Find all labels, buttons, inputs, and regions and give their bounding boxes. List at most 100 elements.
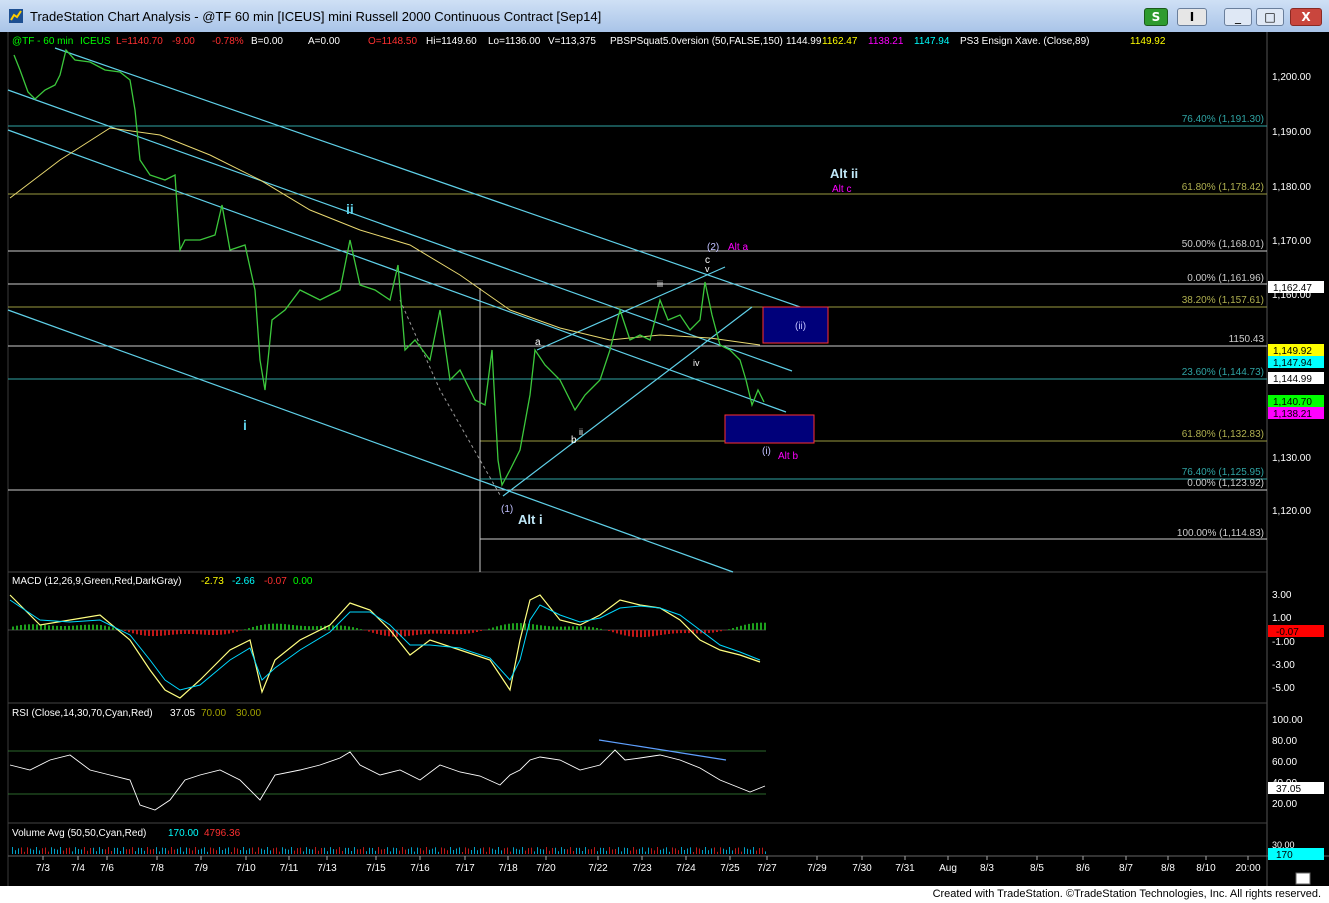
volume-bar — [603, 847, 604, 854]
volume-bar — [177, 848, 178, 854]
volume-bar — [711, 848, 712, 854]
volume-bar — [162, 847, 163, 854]
macd-hist-bar — [140, 630, 142, 636]
volume-bar — [345, 847, 346, 854]
volume-bar — [642, 847, 643, 854]
volume-bar — [390, 851, 391, 854]
volume-bar — [348, 847, 349, 854]
price-tick: 1,120.00 — [1272, 506, 1311, 517]
macd-hist-bar — [612, 630, 614, 633]
title-bar[interactable]: TradeStation Chart Analysis - @TF 60 min… — [0, 0, 1329, 33]
volume-bar — [105, 849, 106, 854]
wave-label-iv: iv — [693, 358, 700, 368]
volume-bar — [270, 850, 271, 854]
close-button[interactable]: X — [1290, 8, 1322, 26]
macd-hist-val: -0.07 — [264, 576, 287, 587]
macd-hist-bar — [192, 630, 194, 635]
volume-bar — [621, 851, 622, 854]
volume-bar — [369, 847, 370, 854]
volume-bar — [153, 848, 154, 854]
macd-hist-bar — [244, 629, 246, 630]
macd-hist-bar — [756, 622, 758, 630]
volume-bar — [591, 849, 592, 854]
volume-bar — [717, 851, 718, 854]
macd-hist-bar — [284, 624, 286, 630]
macd-tick: -3.00 — [1272, 660, 1295, 671]
volume-bar — [267, 847, 268, 854]
volume-bar — [744, 847, 745, 854]
volume-bar — [753, 847, 754, 854]
volume-bar — [165, 848, 166, 854]
low-label: Lo=1136.00 — [488, 36, 541, 47]
volume-bar — [384, 848, 385, 854]
chart-area[interactable]: @TF - 60 min ICEUS L=1140.70 -9.00 -0.78… — [0, 32, 1329, 886]
volume-bar — [33, 849, 34, 854]
indicator-menu-button[interactable]: I — [1177, 8, 1207, 26]
volume-bar — [528, 848, 529, 854]
rsi-val: 37.05 — [170, 708, 195, 719]
volume-bar — [387, 847, 388, 854]
high-label: Hi=1149.60 — [426, 36, 477, 47]
volume-bar — [519, 849, 520, 854]
volume-bar — [255, 851, 256, 854]
volume-bar — [561, 847, 562, 854]
study-val-2: 1162.47 — [822, 36, 858, 47]
macd-hist-bar — [404, 630, 406, 637]
macd-hist-bar — [24, 624, 26, 630]
volume-bar — [645, 851, 646, 854]
volume-bar — [633, 847, 634, 854]
alt-ii-label: Alt ii — [830, 166, 858, 181]
macd-hist-bar — [684, 630, 686, 634]
macd-hist-bar — [472, 630, 474, 633]
volume-bar — [663, 848, 664, 854]
macd-hist-bar — [512, 623, 514, 630]
volume-bar — [195, 847, 196, 854]
macd-hist-bar — [208, 630, 210, 635]
volume-bar — [171, 847, 172, 854]
volume-bar — [441, 847, 442, 854]
volume-bar — [543, 849, 544, 854]
macd-hist-bar — [476, 630, 478, 633]
volume-bar — [411, 847, 412, 854]
macd-hist-bar — [380, 630, 382, 635]
macd-hist-bar — [360, 629, 362, 630]
date-tick: 8/7 — [1119, 863, 1133, 874]
volume-bar — [462, 851, 463, 854]
macd-hist-bar — [68, 625, 70, 630]
symbol-label: @TF - 60 min — [12, 36, 73, 47]
volume-bar — [435, 847, 436, 854]
strategy-s-button[interactable]: S — [1144, 8, 1168, 26]
volume-bar — [597, 851, 598, 854]
macd-hist-bar — [376, 630, 378, 634]
chart-scroll-button[interactable] — [1295, 872, 1311, 885]
app-window: TradeStation Chart Analysis - @TF 60 min… — [0, 0, 1329, 903]
macd-hist-bar — [308, 626, 310, 630]
volume-bar — [735, 848, 736, 854]
footer-bar: Created with TradeStation. ©TradeStation… — [0, 886, 1329, 903]
volume-bar — [108, 847, 109, 854]
volume-bar — [708, 850, 709, 854]
rsi-tick: 20.00 — [1272, 799, 1297, 810]
volume-bar — [474, 847, 475, 854]
maximize-button[interactable]: □ — [1256, 8, 1284, 26]
volume-bar — [465, 847, 466, 854]
volume-bar — [606, 850, 607, 854]
macd-hist-bar — [144, 630, 146, 636]
fib-label: 61.80% (1,132.83) — [1182, 429, 1264, 440]
macd-hist-bar — [92, 624, 94, 630]
fib-label: 61.80% (1,178.42) — [1182, 182, 1264, 193]
volume-bar — [648, 847, 649, 854]
macd-hist-bar — [312, 626, 314, 630]
macd-hist-bar — [188, 630, 190, 634]
volume-bar — [30, 848, 31, 854]
wave-label-ii-small: ii — [579, 427, 583, 437]
date-tick: 7/25 — [720, 863, 740, 874]
volume-bar — [216, 850, 217, 854]
macd-hist-bar — [180, 630, 182, 635]
minimize-button[interactable]: _ — [1224, 8, 1252, 26]
macd-hist-bar — [176, 630, 178, 635]
volume-bar — [90, 847, 91, 854]
volume-bar — [381, 849, 382, 854]
macd-hist-bar — [436, 630, 438, 634]
macd-hist-bar — [112, 627, 114, 630]
